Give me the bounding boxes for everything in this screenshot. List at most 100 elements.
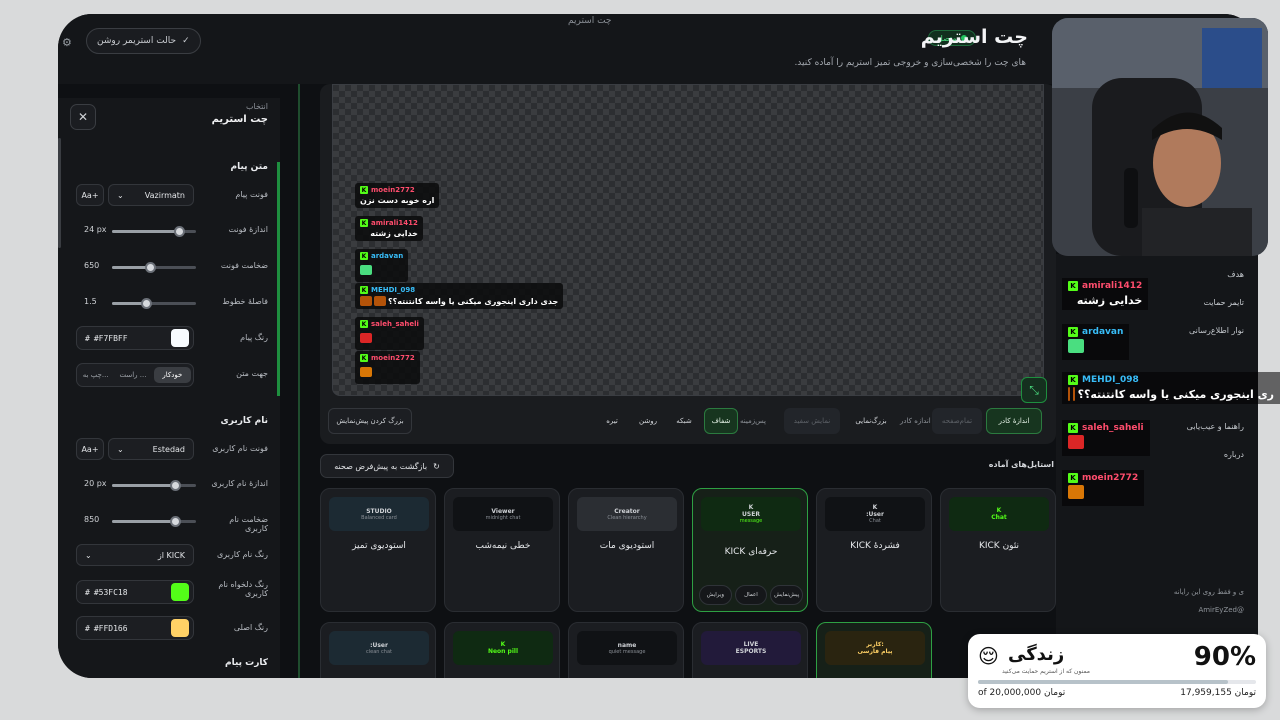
font-select[interactable]: ⌄ Vazirmatn <box>108 184 194 206</box>
grid-button[interactable]: شبکه <box>668 408 700 434</box>
gear-icon[interactable]: ⚙ <box>62 36 72 49</box>
preset-thumb: name quiet message <box>577 631 677 665</box>
hash-icon: # <box>85 333 90 343</box>
frame-size-button[interactable]: اندازهٔ کادر <box>986 408 1042 434</box>
sidebar-kicker: انتخاب <box>246 102 268 111</box>
kick-badge-icon: K <box>1068 473 1078 483</box>
preset-card[interactable]: name quiet message <box>568 622 684 678</box>
preset-thumb: Viewer midnight chat <box>453 497 553 531</box>
preview-message: K MEHDI_098 جدی داری اینجوری میکنی یا واس… <box>355 283 564 309</box>
preset-thumb: Creator Clean hierarchy <box>577 497 677 531</box>
custom-color-label: رنگ دلخواه نام کاربری <box>218 580 268 598</box>
overlay-message: K MEHDI_098 ری اینجوری میکنی یا واسه کانت… <box>1062 372 1280 404</box>
direction-toggle[interactable]: چپ به... راست ... خودکار <box>76 363 194 387</box>
hash-icon: # <box>85 623 90 633</box>
message-color-label: رنگ پیام <box>240 333 268 342</box>
message-color-swatch[interactable] <box>171 329 189 347</box>
message-color-field[interactable]: # #F7FBFF <box>76 326 194 350</box>
edit-preset-button[interactable]: ویرایش <box>699 585 732 605</box>
preview-message: Ksaleh_saheli <box>355 317 424 350</box>
dark-button[interactable]: تیره <box>596 408 628 434</box>
direction-auto[interactable]: خودکار <box>153 367 191 383</box>
white-bg-button[interactable]: نمایش سفید <box>784 408 840 434</box>
nav-goal[interactable]: هدف <box>1227 270 1244 279</box>
thumb-line: STUDIO <box>366 507 392 515</box>
username-color-select[interactable]: ⌄ از KICK <box>76 544 194 566</box>
close-button[interactable]: ✕ <box>70 104 96 130</box>
goal-target: of 20,000,000 تومان <box>978 688 1066 698</box>
webcam-feed <box>1052 18 1268 256</box>
thumb-line: Viewer <box>491 507 515 515</box>
goal-subtitle: ممنون که از استریم حمایت می‌کنید <box>1001 668 1090 675</box>
font-label: فونت پیام <box>235 190 268 199</box>
page-subtitle: های چت را شخصی‌سازی و خروجی تمیز استریم … <box>794 58 1026 68</box>
nav-help[interactable]: راهنما و عیب‌یابی <box>1187 422 1244 431</box>
preset-card[interactable]: STUDIO Balanced card استودیوی تمیز <box>320 488 436 612</box>
preset-card[interactable]: :User clean chat <box>320 622 436 678</box>
nav-about[interactable]: درباره <box>1224 450 1244 459</box>
preset-card[interactable]: Creator Clean hierarchy استودیوی مات <box>568 488 684 612</box>
slider-knob[interactable] <box>174 226 186 237</box>
message-text: اره خوبه دست نزن <box>360 196 435 205</box>
sidebar-scrollbar[interactable] <box>58 138 61 248</box>
preset-card[interactable]: K:User Chat فشردهٔ KICK <box>816 488 932 612</box>
username-font-add-button[interactable]: Aa+ <box>76 438 104 460</box>
slider-knob[interactable] <box>170 516 181 527</box>
preset-card-selected[interactable]: K USER message حرفه‌ای KICK ویرایش اعمال پ… <box>692 488 808 612</box>
preset-thumb: K Neon pill <box>453 631 553 665</box>
direction-ltr[interactable]: چپ به... <box>77 371 114 379</box>
kick-badge-icon: K <box>360 252 368 260</box>
slider-knob[interactable] <box>140 298 152 309</box>
reset-scene-button[interactable]: بازگشت به پیش‌فرض صحنه ↻ <box>320 454 454 478</box>
preset-card[interactable]: کاربر: پیام فارسی <box>816 622 932 678</box>
username-font-select[interactable]: ⌄ Estedad <box>108 438 194 460</box>
expand-button[interactable]: ⤡ <box>1021 377 1047 403</box>
main-color-field[interactable]: # #FFD166 <box>76 616 194 640</box>
overlay-username: moein2772 <box>1082 473 1139 483</box>
nav-support-timer[interactable]: تایمر حمایت <box>1203 298 1244 307</box>
thumb-line: message <box>739 518 763 524</box>
preset-card[interactable]: LIVE ESPORTS <box>692 622 808 678</box>
light-button[interactable]: روشن <box>632 408 664 434</box>
streamer-mode-toggle[interactable]: ✓ حالت استریمر روشن <box>86 28 201 54</box>
preview-message: Kamirali1412 خدایی زشته <box>355 216 423 241</box>
goal-widget: 90% زندگی 😌 ممنون که از استریم حمایت می‌… <box>968 634 1266 708</box>
custom-color-field[interactable]: # #53FC18 <box>76 580 194 604</box>
apply-preset-button[interactable]: اعمال <box>734 585 768 605</box>
username-weight-slider[interactable] <box>112 516 196 527</box>
preview-panel: Kmoein2772 اره خوبه دست نزن Kamirali1412… <box>320 84 1056 444</box>
preset-name: استودیوی تمیز <box>352 541 406 551</box>
thumb-line: پیام فارسی <box>857 648 893 655</box>
enlarge-preview-button[interactable]: بزرگ کردن پیش‌نمایش <box>328 408 412 434</box>
goal-title: زندگی <box>1008 644 1065 665</box>
window-title: چت استریم <box>568 16 612 26</box>
preset-card[interactable]: K Neon pill <box>444 622 560 678</box>
goal-current: 17,959,155 تومان <box>1180 688 1256 698</box>
preset-card[interactable]: K Chat نئون KICK <box>940 488 1056 612</box>
direction-rtl[interactable]: راست ... <box>114 371 151 379</box>
overlay-username: ardavan <box>1082 327 1124 337</box>
footer-handle[interactable]: @AmirEyZed <box>1198 606 1244 614</box>
slider-knob[interactable] <box>170 480 181 491</box>
font-add-button[interactable]: Aa+ <box>76 184 104 206</box>
main-color-swatch[interactable] <box>171 619 189 637</box>
custom-color-swatch[interactable] <box>171 583 189 601</box>
username-size-slider[interactable] <box>112 480 196 491</box>
thumb-line: :User <box>370 641 388 649</box>
preview-preset-button[interactable]: پیش‌نمایش <box>770 585 804 605</box>
zoom-button[interactable]: بزرگ‌نمایی <box>846 408 896 434</box>
settings-sidebar: ✕ انتخاب چت استریم متن پیام فونت پیام Aa… <box>58 98 280 678</box>
fullscreen-button[interactable]: تمام‌صفحه <box>932 408 982 434</box>
kick-badge-icon: K <box>1068 423 1078 433</box>
preview-message: Kmoein2772 <box>355 351 420 384</box>
nav-ticker[interactable]: نوار اطلاع‌رسانی <box>1189 326 1244 335</box>
size-slider[interactable] <box>112 226 196 237</box>
slider-knob[interactable] <box>144 262 156 273</box>
transparent-button[interactable]: شفاف <box>704 408 738 434</box>
hash-icon: # <box>85 587 90 597</box>
slider-fill <box>112 484 175 487</box>
weight-slider[interactable] <box>112 262 196 273</box>
preset-card[interactable]: Viewer midnight chat خطی نیمه‌شب <box>444 488 560 612</box>
line-height-slider[interactable] <box>112 298 196 309</box>
size-label: اندازهٔ فونت <box>228 225 268 234</box>
